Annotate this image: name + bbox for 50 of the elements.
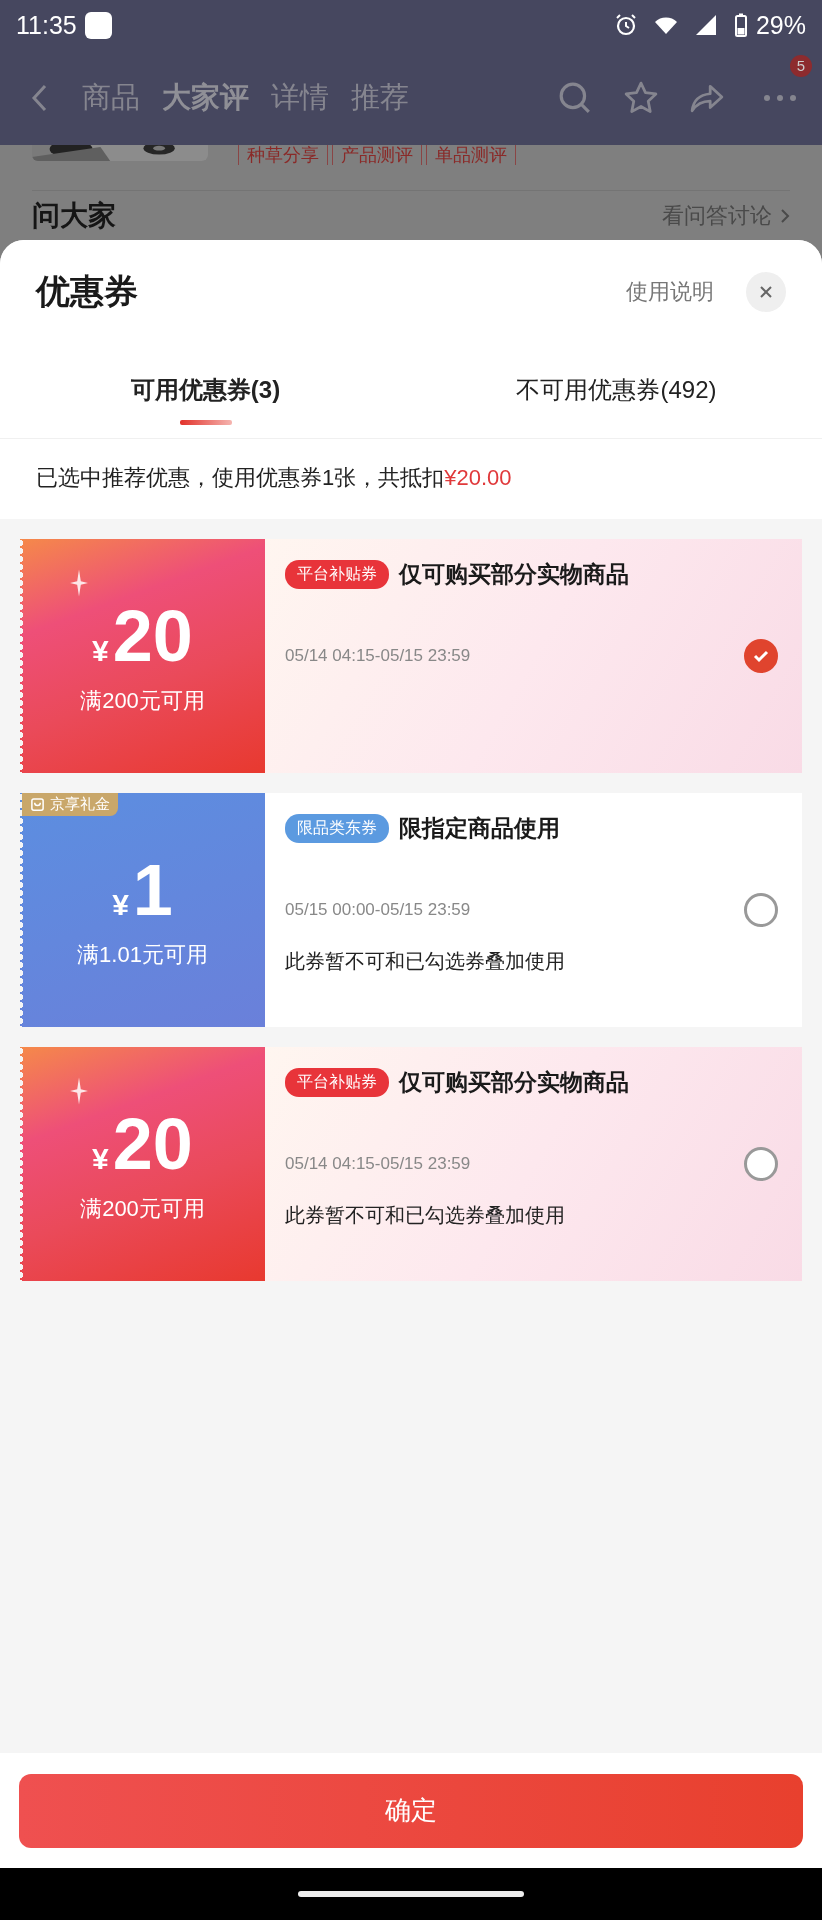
more-icon[interactable] [762, 92, 798, 103]
usage-help-link[interactable]: 使用说明 [626, 277, 714, 307]
topic-tag: 单品测评 [426, 145, 516, 165]
close-icon [758, 284, 774, 300]
coupon-title: 仅可购买部分实物商品 [399, 560, 629, 589]
coupon-title: 限指定商品使用 [399, 814, 560, 843]
validity-period: 05/14 04:15-05/15 23:59 [285, 1154, 472, 1174]
coupon-type-tag: 平台补贴券 [285, 560, 389, 589]
close-button[interactable] [746, 272, 786, 312]
coupon-tab[interactable]: 不可用优惠券(492) [411, 374, 822, 406]
coupon-note: 此券暂不可和已勾选券叠加使用 [285, 949, 566, 974]
confirm-button[interactable]: 确定 [19, 1773, 803, 1848]
tab-indicator [179, 419, 232, 425]
nav-tab[interactable]: 商品 [82, 77, 140, 118]
summary-text: 已选中推荐优惠，使用优惠券1张，共抵扣¥20.00 [0, 439, 822, 519]
battery-icon [733, 13, 748, 37]
gift-icon [30, 797, 45, 812]
coupon-amount: ¥1 [112, 850, 173, 930]
chevron-right-icon [780, 208, 790, 224]
coupon-note: 此券暂不可和已勾选券叠加使用 [285, 1203, 566, 1228]
nav-tab[interactable]: 推荐 [351, 77, 409, 118]
coupon-type-tag: 平台补贴券 [285, 1068, 389, 1097]
coupon-checkbox[interactable] [744, 893, 778, 927]
coupon-tab[interactable]: 可用优惠券(3) [0, 374, 411, 406]
notification-badge: 5 [790, 54, 812, 77]
battery-level: 29% [755, 10, 806, 40]
coupon-amount: ¥20 [92, 1104, 193, 1184]
coupon-title: 仅可购买部分实物商品 [399, 1068, 629, 1097]
section-title: 问大家 [32, 199, 116, 233]
coupon-amount: ¥20 [92, 596, 193, 676]
nav-tab[interactable]: 详情 [271, 77, 329, 118]
coupon-condition: 满200元可用 [80, 687, 205, 715]
topic-tag: 种草分享 [238, 145, 328, 165]
clock: 11:35 [16, 10, 77, 40]
notification-icon [84, 11, 112, 39]
coupon-checkbox[interactable] [744, 639, 778, 673]
validity-period: 05/15 00:00-05/15 23:59 [285, 900, 472, 920]
validity-period: 05/14 04:15-05/15 23:59 [285, 646, 472, 666]
coupon-type-tag: 限品类东券 [285, 814, 389, 843]
nav-tab[interactable]: 大家评 [162, 77, 249, 118]
topic-tag: 产品测评 [332, 145, 422, 165]
coupon-checkbox[interactable] [744, 1147, 778, 1181]
gift-label: 京享礼金 [22, 793, 118, 816]
star-icon[interactable] [624, 80, 658, 115]
coupon-card[interactable]: ¥20 满200元可用 平台补贴券 仅可购买部分实物商品 05/14 04:15-05/15 23:59 此券暂不可和已勾选券叠加使用 [20, 1047, 802, 1281]
coupon-condition: 满1.01元可用 [77, 941, 208, 969]
sheet-title: 优惠券 [36, 271, 138, 312]
coupon-condition: 满200元可用 [80, 1195, 205, 1223]
coupon-card[interactable]: ¥20 满200元可用 平台补贴券 仅可购买部分实物商品 05/14 04:15-05/15 23:59 [20, 539, 802, 773]
search-icon[interactable] [558, 80, 592, 115]
